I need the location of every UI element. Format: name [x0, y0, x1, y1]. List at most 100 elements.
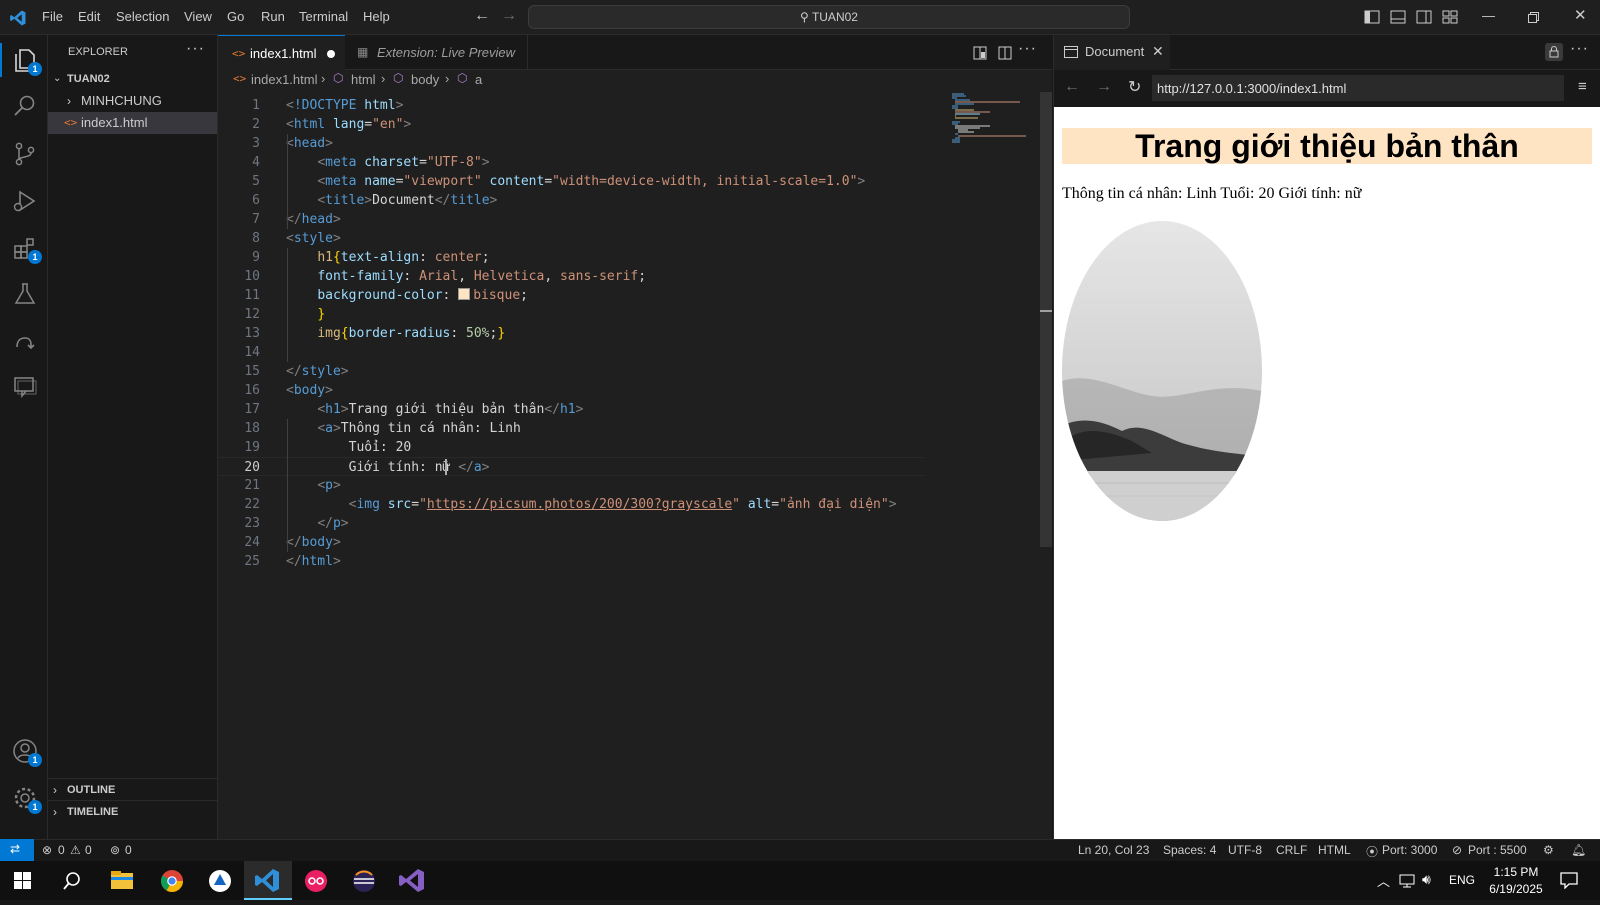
live-preview-icon[interactable]	[12, 374, 38, 400]
code-line[interactable]: 1 <!DOCTYPE html>	[218, 96, 924, 115]
extensions-icon[interactable]: 1	[12, 235, 42, 264]
code-line[interactable]: 17 <h1>Trang giới thiệu bản thân</h1>	[218, 400, 924, 419]
volume-icon[interactable]: 🔊︎	[1422, 871, 1431, 888]
testing-icon[interactable]	[12, 281, 38, 307]
forward-arrow-icon[interactable]: →	[1096, 78, 1112, 96]
encoding[interactable]: UTF-8	[1228, 843, 1262, 857]
toggle-panel-icon[interactable]	[1390, 10, 1406, 24]
line-ending[interactable]: CRLF	[1276, 843, 1307, 857]
cursor-position[interactable]: Ln 20, Col 23	[1078, 843, 1149, 857]
settings-gear-icon[interactable]: 1	[12, 785, 42, 814]
warnings-count[interactable]: 0	[85, 843, 92, 857]
code-line[interactable]: 3 <head>	[218, 134, 924, 153]
menu-view[interactable]: View	[184, 9, 212, 24]
minimap[interactable]	[950, 92, 1035, 839]
close-window-icon[interactable]: ✕	[1574, 6, 1587, 24]
app-circle-icon[interactable]	[196, 861, 244, 900]
show-hidden-icons-chevron[interactable]: ︿	[1377, 871, 1390, 890]
menu-terminal[interactable]: Terminal	[299, 9, 348, 24]
workspace-root[interactable]: ⌄ TUAN02	[48, 68, 217, 90]
copilot-icon[interactable]: ⚙	[1543, 843, 1554, 857]
code-line[interactable]: 9 h1{text-align: center;	[218, 248, 924, 267]
errors-icon[interactable]: ⊗	[42, 843, 52, 857]
run-debug-icon[interactable]	[12, 188, 38, 214]
explorer-icon[interactable]: 1	[12, 47, 42, 76]
code-line[interactable]: 6 <title>Document</title>	[218, 191, 924, 210]
modified-dot-icon[interactable]	[327, 50, 335, 58]
breadcrumb-item[interactable]: a	[475, 72, 482, 87]
remote-explorer-icon[interactable]	[12, 329, 38, 355]
color-swatch-icon[interactable]	[458, 288, 471, 300]
more-actions-icon[interactable]: ···	[1570, 40, 1589, 58]
menu-go[interactable]: Go	[227, 9, 244, 24]
close-tab-icon[interactable]: ✕	[1152, 43, 1164, 60]
taskbar-search-icon[interactable]	[62, 871, 82, 891]
search-icon[interactable]	[12, 93, 38, 119]
code-line[interactable]: 13 img{border-radius: 50%;}	[218, 324, 924, 343]
menu-file[interactable]: File	[42, 9, 63, 24]
accounts-icon[interactable]: 1	[12, 738, 42, 767]
code-line[interactable]: 4 <meta charset="UTF-8">	[218, 153, 924, 172]
breadcrumb-item[interactable]: index1.html	[251, 72, 317, 87]
code-line[interactable]: 7 </head>	[218, 210, 924, 229]
vscode-logo-icon[interactable]	[9, 9, 27, 27]
menu-edit[interactable]: Edit	[78, 9, 100, 24]
file-explorer-icon[interactable]	[98, 861, 146, 900]
notification-center-icon[interactable]	[1560, 872, 1578, 889]
reload-icon[interactable]: ↻	[1128, 77, 1141, 97]
code-editor[interactable]: 1 <!DOCTYPE html> 2 <html lang="en"> 3 <head>…	[218, 92, 1028, 839]
restore-icon[interactable]	[1528, 12, 1539, 23]
clock[interactable]: 1:15 PM 6/19/2025	[1478, 864, 1554, 898]
indentation[interactable]: Spaces: 4	[1163, 843, 1216, 857]
input-language[interactable]: ENG	[1449, 873, 1475, 887]
minimize-icon[interactable]: —	[1482, 8, 1495, 23]
tab-document[interactable]: Document ✕	[1054, 35, 1170, 70]
ports-count[interactable]: 0	[125, 843, 132, 857]
forward-arrow-icon[interactable]: →	[501, 7, 517, 25]
code-line[interactable]: 5 <meta name="viewport" content="width=d…	[218, 172, 924, 191]
vscode-taskbar-icon[interactable]	[244, 861, 292, 900]
remote-indicator[interactable]: ⇄	[0, 839, 34, 861]
code-line[interactable]: 12 }	[218, 305, 924, 324]
network-icon[interactable]	[1399, 874, 1415, 888]
tab-index1-html[interactable]: <> index1.html	[218, 35, 345, 70]
live-server-port[interactable]: Port : 5500	[1468, 843, 1527, 857]
menu-selection[interactable]: Selection	[116, 9, 169, 24]
app-record-icon[interactable]	[292, 861, 340, 900]
menu-help[interactable]: Help	[363, 9, 390, 24]
code-line[interactable]: 10 font-family: Arial, Helvetica, sans-s…	[218, 267, 924, 286]
code-line[interactable]: 2 <html lang="en">	[218, 115, 924, 134]
windows-start-icon[interactable]	[14, 872, 31, 889]
language-mode[interactable]: HTML	[1318, 843, 1351, 857]
eclipse-icon[interactable]	[340, 861, 388, 900]
open-preview-icon[interactable]	[973, 46, 987, 60]
live-preview-port[interactable]: Port: 3000	[1382, 843, 1437, 857]
code-line[interactable]: 16 <body>	[218, 381, 924, 400]
code-line[interactable]: 23 </p>	[218, 514, 924, 533]
code-line[interactable]: 19 Tuổi: 20	[218, 438, 924, 457]
code-line[interactable]: 21 <p>	[218, 476, 924, 495]
code-line[interactable]: 25 </html>	[218, 552, 924, 571]
ports-icon[interactable]: ⊚	[110, 843, 120, 857]
customize-layout-icon[interactable]	[1442, 10, 1458, 24]
tab-live-preview-extension[interactable]: ▦ Extension: Live Preview	[345, 35, 528, 70]
command-center[interactable]: ⚲ TUAN02	[528, 5, 1130, 29]
toggle-primary-sidebar-icon[interactable]	[1364, 10, 1380, 24]
notifications-bell-icon[interactable]: 🔔︎	[1571, 843, 1586, 857]
visual-studio-icon[interactable]	[388, 861, 436, 900]
code-line[interactable]: 11 background-color: bisque;	[218, 286, 924, 305]
code-line[interactable]: 22 <img src="https://picsum.photos/200/3…	[218, 495, 924, 514]
more-actions-icon[interactable]: ···	[186, 40, 205, 58]
code-line[interactable]: 24 </body>	[218, 533, 924, 552]
code-line[interactable]: 15 </style>	[218, 362, 924, 381]
tree-item-folder[interactable]: › MINHCHUNG	[48, 90, 217, 112]
menu-run[interactable]: Run	[261, 9, 285, 24]
menu-hamburger-icon[interactable]: ≡	[1578, 78, 1587, 95]
code-line[interactable]: 20 Giới tính: nữ </a>	[218, 457, 924, 476]
vertical-scrollbar[interactable]	[1040, 92, 1052, 547]
code-line[interactable]: 18 <a>Thông tin cá nhân: Linh	[218, 419, 924, 438]
timeline-section[interactable]: › TIMELINE	[48, 801, 217, 823]
code-line[interactable]: 14	[218, 343, 924, 362]
breadcrumb-item[interactable]: body	[411, 72, 439, 87]
address-bar[interactable]: http://127.0.0.1:3000/index1.html	[1152, 75, 1564, 101]
